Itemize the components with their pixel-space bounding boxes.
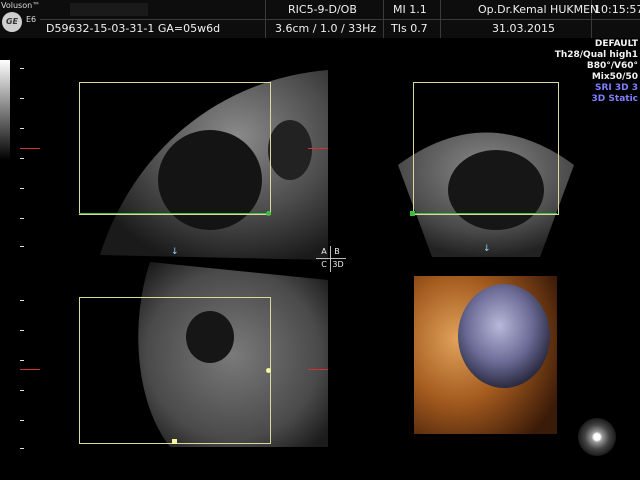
depth-tick (20, 448, 24, 449)
depth-tick (20, 390, 24, 391)
depth-tick (20, 360, 24, 361)
info-line: B80°/V60° (586, 61, 638, 71)
depth-tick (20, 420, 24, 421)
settings-info: DEFAULT Th28/Qual high1 B80°/V60° Mix50/… (555, 39, 638, 105)
exam-time: 10:15:57 (594, 3, 640, 16)
depth-marker-left (20, 148, 40, 149)
depth-tick (20, 128, 24, 129)
info-line: DEFAULT (594, 39, 638, 49)
3d-render-view[interactable] (414, 276, 557, 434)
tis-index: TIs 0.7 (391, 22, 428, 35)
patient-id: D59632-15-03-31-1 GA=05w6d (46, 22, 221, 35)
quadrant-b-label[interactable]: B (332, 247, 342, 257)
arrow-down-icon: ↓ (483, 244, 491, 254)
roi-box-b[interactable] (413, 82, 559, 215)
quadrant-3d-label[interactable]: 3D (331, 260, 345, 270)
redacted-name (70, 3, 148, 16)
grayscale-bar (0, 60, 10, 160)
depth-tick (20, 218, 24, 219)
cut-line-b[interactable] (413, 213, 557, 214)
brand-name: Voluson™ (1, 1, 41, 10)
probe-name: RIC5-9-D/OB (288, 3, 357, 16)
arrow-down-icon: ↓ (171, 247, 179, 257)
selector-divider (316, 258, 346, 259)
info-line: Th28/Qual high1 (554, 50, 638, 60)
ge-logo-icon: GE (2, 12, 22, 32)
depth-marker-right (308, 369, 328, 370)
depth-tick (20, 246, 24, 247)
cut-handle-a[interactable] (266, 211, 271, 216)
info-line: Mix50/50 (591, 72, 638, 82)
header-bar: Voluson™ GE E6 D59632-15-03-31-1 GA=05w6… (0, 0, 640, 38)
cut-line-a[interactable] (79, 213, 269, 214)
depth-tick (20, 98, 24, 99)
cut-handle-c[interactable] (266, 368, 271, 373)
depth-tick (20, 158, 24, 159)
depth-tick (20, 68, 24, 69)
mi-index: MI 1.1 (393, 3, 427, 16)
model-name: E6 (26, 15, 37, 24)
depth-tick (20, 188, 24, 189)
depth-tick (20, 300, 24, 301)
exam-date: 31.03.2015 (492, 22, 555, 35)
info-line: 3D Static (591, 94, 638, 104)
roi-box-a[interactable] (79, 82, 271, 215)
depth-marker-right (308, 148, 328, 149)
info-line: SRI 3D 3 (594, 83, 638, 93)
doctor-name: Op.Dr.Kemal HUKMEN (478, 3, 599, 16)
depth-tick (20, 330, 24, 331)
depth-marker-left (20, 369, 40, 370)
roi-box-c[interactable] (79, 297, 271, 444)
light-source-icon[interactable] (578, 418, 616, 456)
depth-info: 3.6cm / 1.0 / 33Hz (275, 22, 377, 35)
cut-handle-b[interactable] (410, 211, 415, 216)
brand-block: Voluson™ GE E6 (0, 0, 40, 38)
header-divider (40, 19, 640, 20)
quadrant-a-label[interactable]: A (319, 247, 329, 257)
cut-handle-c-bottom[interactable] (172, 439, 177, 444)
